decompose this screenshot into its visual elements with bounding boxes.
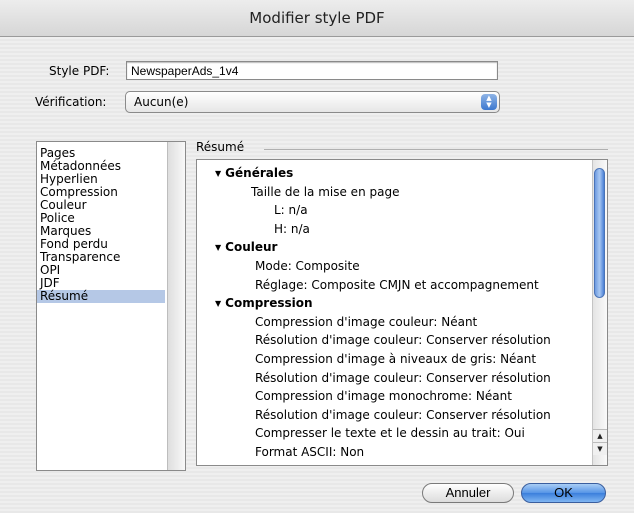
summary-line-text: Compression d'image couleur: Néant <box>255 314 478 329</box>
category-list-scrollbar[interactable] <box>167 142 185 470</box>
summary-line: Résolution d'image couleur: Conserver ré… <box>255 331 551 349</box>
disclosure-triangle-icon[interactable]: ▼ <box>215 295 221 313</box>
summary-line: Compression d'image à niveaux de gris: N… <box>255 350 536 368</box>
scroll-up-arrow-icon[interactable]: ▲ <box>593 429 607 442</box>
disclosure-triangle-icon[interactable]: ▼ <box>215 165 221 183</box>
summary-line-text: Compression d'image à niveaux de gris: N… <box>255 352 537 366</box>
summary-line: Mode: Composite <box>255 257 360 275</box>
summary-line: Format ASCII: Non <box>255 443 364 461</box>
cancel-button[interactable]: Annuler <box>422 483 514 503</box>
summary-line: L: n/a <box>274 201 308 219</box>
summary-group-label: Résumé <box>196 140 245 154</box>
summary-scrollbar[interactable]: ▲ ▼ <box>592 160 607 465</box>
summary-line: Compression d'image couleur: Néant <box>255 313 477 331</box>
summary-line: H: n/a <box>274 220 310 238</box>
sidebar-item-11[interactable]: Résumé <box>37 290 165 303</box>
ok-button[interactable]: OK <box>521 483 606 503</box>
disclosure-triangle-icon[interactable]: ▼ <box>215 239 221 257</box>
summary-line: Compresser le texte et le dessin au trai… <box>255 424 525 442</box>
window-title: Modifier style PDF <box>0 0 634 37</box>
summary-line-text: Réglage: Composite CMJN et accompagnemen… <box>255 277 539 292</box>
summary-line-text: Compression <box>225 296 313 311</box>
summary-section-heading[interactable]: ▼ Générales <box>215 164 293 182</box>
verification-popup[interactable]: Aucun(e) ▲ ▼ <box>125 91 500 113</box>
verification-value: Aucun(e) <box>134 95 189 109</box>
scroll-thumb[interactable] <box>594 168 605 298</box>
summary-line-text: Résolution d'image couleur: Conserver ré… <box>255 370 551 385</box>
category-list[interactable]: Pages Métadonnées Hyperlien Compression Coul… <box>36 141 186 471</box>
summary-line-text: Format ASCII: Non <box>255 445 365 459</box>
summary-line: Réglage: Composite CMJN et accompagnemen… <box>255 276 539 294</box>
summary-line: Compression d'image monochrome: Néant <box>255 387 512 405</box>
summary-line-text: Résolution d'image couleur: Conserver ré… <box>255 407 551 422</box>
style-name-input[interactable]: NewspaperAds_1v4 <box>126 61 498 80</box>
summary-line-text: Générales <box>225 166 294 180</box>
group-divider <box>264 149 608 150</box>
summary-line-text: Taille de la mise en page <box>251 184 400 199</box>
summary-section-heading[interactable]: ▼ Couleur <box>215 238 277 256</box>
summary-line-text: Couleur <box>225 240 278 255</box>
style-label: Style PDF: <box>49 64 110 78</box>
summary-line-text: Compresser le texte et le dessin au trai… <box>255 426 525 441</box>
verification-label: Vérification: <box>35 95 107 109</box>
summary-line: Résolution d'image couleur: Conserver ré… <box>255 406 551 424</box>
summary-line-text: H: n/a <box>274 221 310 236</box>
summary-panel[interactable]: ▼ Générales Taille de la mise en page L: n/… <box>196 159 608 466</box>
summary-line-text: Résolution d'image couleur: Conserver ré… <box>255 333 551 348</box>
summary-line: Taille de la mise en page <box>251 183 399 201</box>
summary-line: Résolution d'image couleur: Conserver ré… <box>255 369 551 387</box>
summary-line-text: Mode: Composite <box>255 259 360 273</box>
popup-arrows-icon: ▲ ▼ <box>481 94 497 110</box>
scroll-down-arrow-icon[interactable]: ▼ <box>593 442 607 455</box>
summary-section-heading[interactable]: ▼ Compression <box>215 294 313 312</box>
summary-line-text: L: n/a <box>274 203 308 218</box>
summary-line-text: Compression d'image monochrome: Néant <box>255 389 512 404</box>
